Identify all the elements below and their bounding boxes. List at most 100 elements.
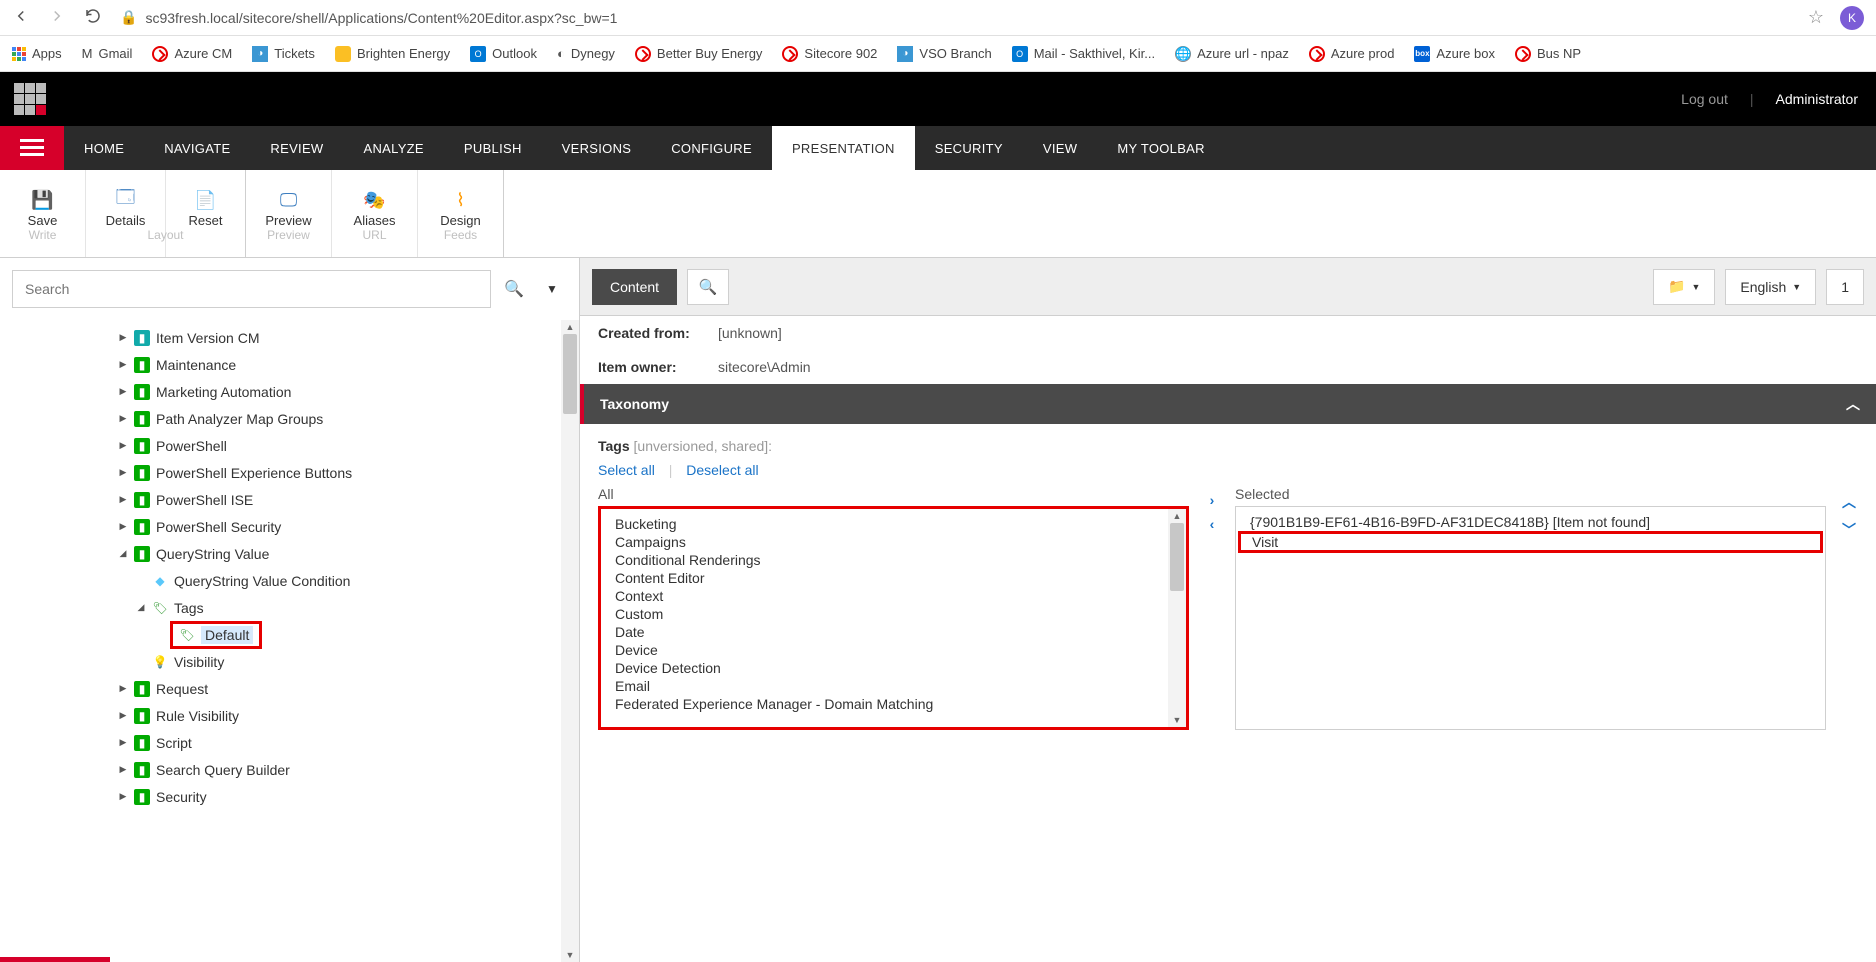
list-item[interactable]: Custom — [601, 605, 1186, 623]
meta-row: Created from:[unknown] — [598, 316, 1858, 350]
taxonomy-section-header[interactable]: Taxonomy ︿ — [580, 384, 1876, 424]
tree-node-search-query-builder[interactable]: ▶▮Search Query Builder — [118, 756, 579, 783]
version-dropdown[interactable]: 1 — [1826, 269, 1864, 305]
list-item[interactable]: Content Editor — [601, 569, 1186, 587]
bookmark-mail-sakthivel-kir-[interactable]: OMail - Sakthivel, Kir... — [1012, 46, 1155, 62]
save-button[interactable]: 💾SaveWrite — [0, 170, 86, 257]
tree-node-rule-visibility[interactable]: ▶▮Rule Visibility — [118, 702, 579, 729]
url-bar[interactable]: 🔒 sc93fresh.local/sitecore/shell/Applica… — [120, 9, 1790, 26]
bookmark-azure-cm[interactable]: Azure CM — [152, 46, 232, 62]
details-button[interactable]: 🗔Details. — [86, 170, 166, 257]
meta-row: Item owner:sitecore\Admin — [598, 350, 1858, 384]
tab-view[interactable]: VIEW — [1023, 126, 1097, 170]
bookmark-gmail[interactable]: MGmail — [82, 46, 133, 61]
bookmark-outlook[interactable]: OOutlook — [470, 46, 537, 62]
sitecore-logo[interactable] — [0, 72, 60, 126]
content-tab[interactable]: Content — [592, 269, 677, 305]
reload-button[interactable] — [84, 7, 102, 28]
list-item[interactable]: Visit — [1238, 531, 1823, 553]
tab-configure[interactable]: CONFIGURE — [651, 126, 772, 170]
bookmark-azure-box[interactable]: boxAzure box — [1414, 46, 1495, 62]
tree-node-visibility[interactable]: 💡Visibility — [118, 648, 579, 675]
tab-navigate[interactable]: NAVIGATE — [144, 126, 250, 170]
tree-node-powershell-experience-buttons[interactable]: ▶▮PowerShell Experience Buttons — [118, 459, 579, 486]
tree-node-querystring-value-condition[interactable]: ◆QueryString Value Condition — [118, 567, 579, 594]
list-item[interactable]: {7901B1B9-EF61-4B16-B9FD-AF31DEC8418B} [… — [1236, 513, 1825, 531]
bookmark-brighten-energy[interactable]: Brighten Energy — [335, 46, 450, 62]
editor-toolbar: Content 🔍 📁▼ English▼ 1 — [580, 258, 1876, 316]
tree-node-path-analyzer-map-groups[interactable]: ▶▮Path Analyzer Map Groups — [118, 405, 579, 432]
tree-node-default[interactable]: 🏷Default — [118, 621, 579, 648]
star-icon[interactable]: ☆ — [1808, 7, 1824, 28]
search-tab[interactable]: 🔍 — [687, 269, 729, 305]
search-icon[interactable]: 🔍 — [499, 279, 529, 299]
tree-node-request[interactable]: ▶▮Request — [118, 675, 579, 702]
language-dropdown[interactable]: English▼ — [1725, 269, 1816, 305]
tab-my toolbar[interactable]: MY TOOLBAR — [1097, 126, 1225, 170]
bookmark-tickets[interactable]: ◑Tickets — [252, 46, 315, 62]
transfer-arrows: › ‹ — [1203, 486, 1221, 730]
username-label[interactable]: Administrator — [1776, 91, 1858, 107]
bookmark-bus-np[interactable]: Bus NP — [1515, 46, 1581, 62]
chevron-up-icon: ︿ — [1846, 394, 1860, 414]
tree-node-powershell-ise[interactable]: ▶▮PowerShell ISE — [118, 486, 579, 513]
list-item[interactable]: Device Detection — [601, 659, 1186, 677]
url-text: sc93fresh.local/sitecore/shell/Applicati… — [145, 10, 617, 26]
move-right-button[interactable]: › — [1210, 492, 1215, 508]
tab-home[interactable]: HOME — [64, 126, 144, 170]
bookmark-apps[interactable]: Apps — [12, 46, 62, 61]
preview-button[interactable]: 🖵PreviewPreview — [246, 170, 332, 257]
list-item[interactable]: Email — [601, 677, 1186, 695]
profile-avatar[interactable]: K — [1840, 6, 1864, 30]
selected-tags-listbox[interactable]: {7901B1B9-EF61-4B16-B9FD-AF31DEC8418B} [… — [1235, 506, 1826, 730]
reset-button[interactable]: 📄ResetLayout — [166, 170, 246, 257]
taxonomy-panel: Tags [unversioned, shared]: Select all |… — [580, 424, 1876, 740]
all-tags-listbox[interactable]: BucketingCampaignsConditional Renderings… — [598, 506, 1189, 730]
search-dropdown[interactable]: ▼ — [537, 282, 567, 296]
aliases-button[interactable]: 🎭AliasesURL — [332, 170, 418, 257]
list-item[interactable]: Conditional Renderings — [601, 551, 1186, 569]
listbox-scrollbar[interactable]: ▲▼ — [1168, 509, 1186, 727]
logout-link[interactable]: Log out — [1681, 91, 1728, 107]
tab-review[interactable]: REVIEW — [250, 126, 343, 170]
back-button[interactable] — [12, 7, 30, 28]
move-up-button[interactable]: ︿ — [1842, 492, 1856, 512]
bookmark-azure-url-npaz[interactable]: 🌐Azure url - npaz — [1175, 46, 1289, 62]
tree-node-powershell-security[interactable]: ▶▮PowerShell Security — [118, 513, 579, 540]
hamburger-menu[interactable] — [0, 126, 64, 170]
select-all-link[interactable]: Select all — [598, 462, 655, 478]
move-down-button[interactable]: ﹀ — [1842, 520, 1856, 540]
bookmark-sitecore-902[interactable]: Sitecore 902 — [782, 46, 877, 62]
list-item[interactable]: Context — [601, 587, 1186, 605]
lock-icon: 🔒 — [120, 9, 137, 26]
tree-search-input[interactable] — [12, 270, 491, 308]
list-item[interactable]: Bucketing — [601, 515, 1186, 533]
design-button[interactable]: ⌇DesignFeeds — [418, 170, 504, 257]
tree-node-script[interactable]: ▶▮Script — [118, 729, 579, 756]
tree-node-querystring-value[interactable]: ◢▮QueryString Value — [118, 540, 579, 567]
bookmark-better-buy-energy[interactable]: Better Buy Energy — [635, 46, 763, 62]
tree-node-item-version-cm[interactable]: ▶▮Item Version CM — [118, 324, 579, 351]
list-item[interactable]: Device — [601, 641, 1186, 659]
tab-publish[interactable]: PUBLISH — [444, 126, 542, 170]
bookmark-dynegy[interactable]: ◐Dynegy — [557, 46, 615, 61]
deselect-all-link[interactable]: Deselect all — [686, 462, 758, 478]
tab-presentation[interactable]: PRESENTATION — [772, 126, 915, 170]
tree-node-maintenance[interactable]: ▶▮Maintenance — [118, 351, 579, 378]
move-left-button[interactable]: ‹ — [1210, 516, 1215, 532]
tab-security[interactable]: SECURITY — [915, 126, 1023, 170]
tree-node-tags[interactable]: ◢🏷Tags — [118, 594, 579, 621]
bookmark-azure-prod[interactable]: Azure prod — [1309, 46, 1395, 62]
folder-dropdown[interactable]: 📁▼ — [1653, 269, 1715, 305]
tree-node-security[interactable]: ▶▮Security — [118, 783, 579, 810]
tab-versions[interactable]: VERSIONS — [542, 126, 652, 170]
list-item[interactable]: Federated Experience Manager - Domain Ma… — [601, 695, 1186, 713]
list-item[interactable]: Date — [601, 623, 1186, 641]
tree-node-powershell[interactable]: ▶▮PowerShell — [118, 432, 579, 459]
list-item[interactable]: Campaigns — [601, 533, 1186, 551]
tree-node-marketing-automation[interactable]: ▶▮Marketing Automation — [118, 378, 579, 405]
bookmark-vso-branch[interactable]: ◑VSO Branch — [897, 46, 991, 62]
forward-button[interactable] — [48, 7, 66, 28]
tab-analyze[interactable]: ANALYZE — [344, 126, 444, 170]
tree-scrollbar[interactable]: ▲▼ — [561, 320, 579, 962]
